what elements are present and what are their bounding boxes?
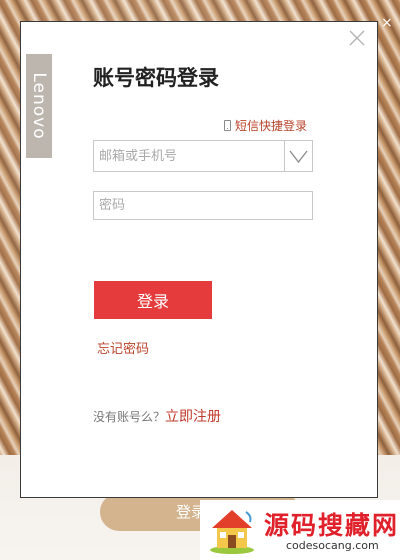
brand-logo-text: Lenovo <box>29 72 49 140</box>
sms-login-link[interactable]: 短信快捷登录 <box>224 117 307 134</box>
password-input[interactable] <box>93 191 313 220</box>
sms-login-label: 短信快捷登录 <box>235 119 308 133</box>
page-title: 账号密码登录 <box>93 66 219 90</box>
forgot-password-link[interactable]: 忘记密码 <box>97 338 149 357</box>
account-dropdown-button[interactable] <box>284 140 313 172</box>
account-field-row <box>93 140 313 172</box>
chevron-down-icon <box>289 150 308 164</box>
watermark-url: codesocang.com <box>286 539 379 552</box>
register-prompt: 没有账号么？ <box>93 410 166 424</box>
watermark-title: 源码搜藏网 <box>264 511 400 540</box>
account-input[interactable] <box>93 140 284 172</box>
close-icon[interactable] <box>348 29 366 47</box>
login-dialog: Lenovo 账号密码登录 短信快捷登录 登录 忘记密码 没有账号么？立即注册 <box>20 21 378 498</box>
background-close-icon: × <box>381 15 393 31</box>
brand-logo: Lenovo <box>26 54 52 158</box>
phone-icon <box>224 120 231 131</box>
watermark: 源码搜藏网 codesocang.com <box>200 500 400 560</box>
login-button[interactable]: 登录 <box>94 281 212 319</box>
register-link[interactable]: 立即注册 <box>165 409 221 425</box>
register-row: 没有账号么？立即注册 <box>93 406 221 426</box>
house-logo-icon <box>210 510 254 554</box>
